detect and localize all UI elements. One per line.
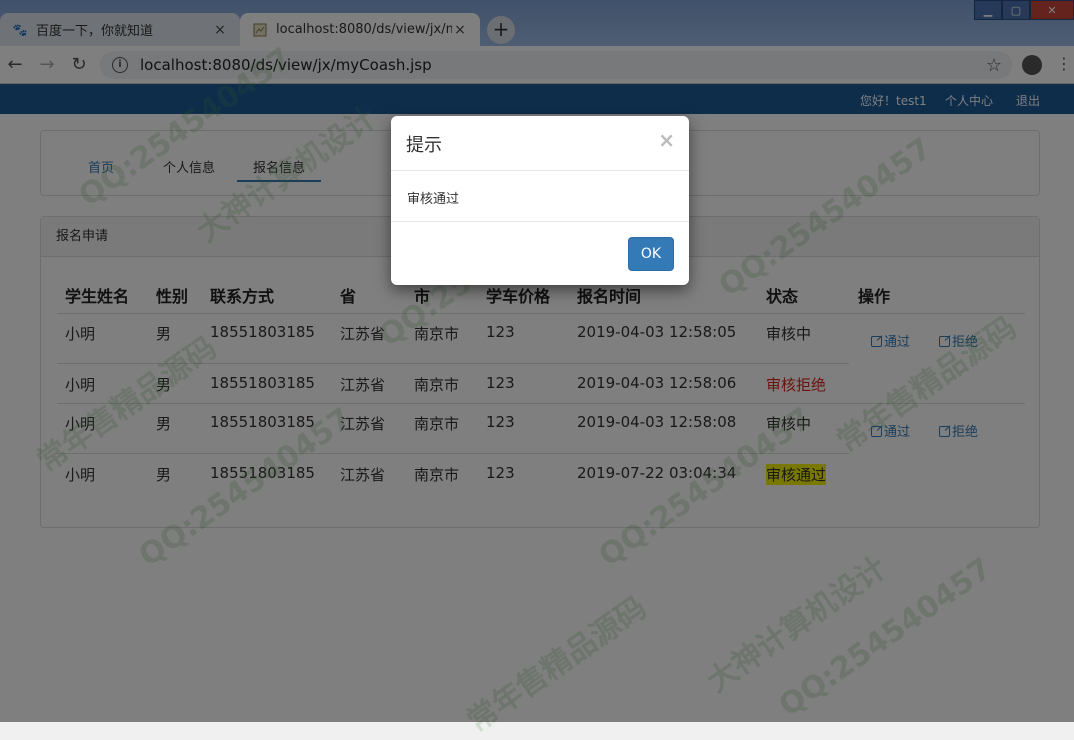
dialog-title: 提示 (406, 135, 442, 156)
alert-dialog: 提示 × 审核通过 OK (391, 116, 689, 285)
close-icon[interactable]: × (658, 128, 675, 152)
ok-button[interactable]: OK (628, 237, 674, 271)
modal-backdrop[interactable] (0, 0, 1074, 722)
dialog-message: 审核通过 (407, 192, 460, 207)
